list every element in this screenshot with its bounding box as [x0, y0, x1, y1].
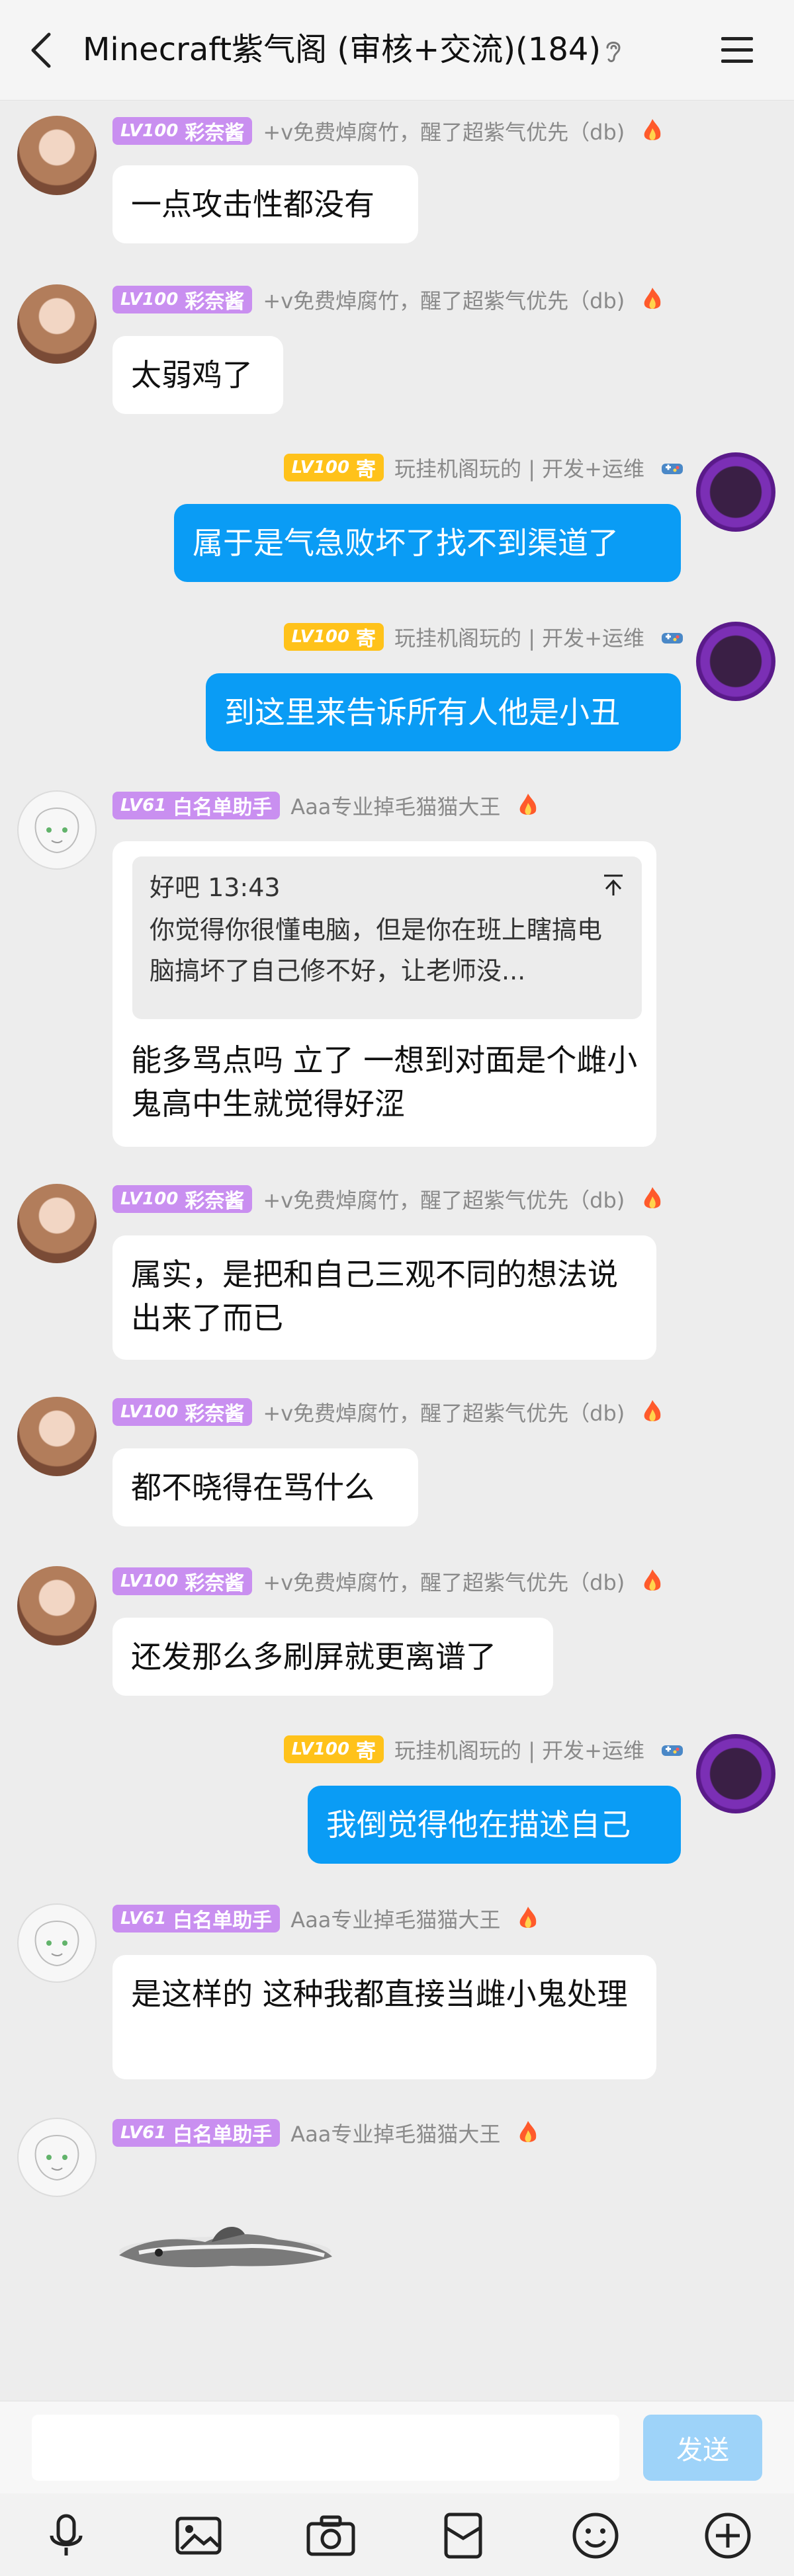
avatar[interactable]	[696, 1734, 775, 1813]
message-meta: LV100 寄 玩挂机阁玩的 | 开发+运维	[198, 1734, 685, 1765]
quote-text: 你觉得你很懂电脑，但是你在班上瞎搞电脑搞坏了自己修不好，让老师没...	[150, 915, 603, 985]
level-badge: LV100 彩奈酱	[112, 1567, 253, 1595]
game-icon	[662, 464, 683, 474]
image-icon[interactable]	[172, 2509, 225, 2562]
message-meta: LV61 白名单助手 Aaa专业掉毛猫猫大王	[112, 790, 541, 821]
sketch-avatar-icon	[34, 2135, 79, 2181]
sender-nick: 玩挂机阁玩的 | 开发+运维	[394, 626, 644, 651]
avatar[interactable]	[17, 2118, 97, 2197]
level-badge: LV100 彩奈酱	[112, 1398, 253, 1426]
message-bubble[interactable]: 太弱鸡了	[112, 336, 283, 414]
level-badge: LV100 寄	[283, 623, 384, 651]
avatar[interactable]	[17, 1903, 97, 1983]
chat-title: Minecraft紫气阁 (审核+交流)(184)	[83, 31, 601, 68]
quote-title: 好吧 13:43	[150, 872, 281, 902]
message-bubble[interactable]: 都不晓得在骂什么	[112, 1448, 418, 1526]
message-meta: LV100 寄 玩挂机阁玩的 | 开发+运维	[198, 452, 685, 483]
sender-nick: 玩挂机阁玩的 | 开发+运维	[394, 456, 644, 481]
avatar[interactable]	[17, 790, 97, 870]
level-badge: LV61 白名单助手	[112, 1905, 281, 1932]
fire-icon	[644, 1400, 661, 1421]
message-meta: LV100 彩奈酱 +v免费焯腐竹，醒了超紫气优先（db)	[112, 284, 666, 315]
emoji-icon[interactable]	[569, 2509, 622, 2562]
red-packet-icon[interactable]	[437, 2509, 490, 2562]
sender-nick: Aaa专业掉毛猫猫大王	[290, 794, 501, 819]
sketch-avatar-icon	[34, 1921, 79, 1967]
message-meta: LV61 白名单助手 Aaa专业掉毛猫猫大王	[112, 2118, 541, 2148]
level-badge: LV100 寄	[283, 454, 384, 481]
chat-header: Minecraft紫气阁 (审核+交流)(184)	[0, 0, 794, 101]
sender-nick: +v免费焯腐竹，醒了超紫气优先（db)	[263, 1570, 625, 1595]
level-badge: LV61 白名单助手	[112, 792, 281, 819]
fire-icon	[644, 288, 661, 309]
level-badge: LV100 彩奈酱	[112, 117, 253, 145]
avatar[interactable]	[17, 116, 97, 195]
jump-to-top-icon[interactable]	[602, 872, 625, 898]
avatar[interactable]	[17, 1566, 97, 1645]
level-badge: LV100 彩奈酱	[112, 286, 253, 313]
sender-nick: 玩挂机阁玩的 | 开发+运维	[394, 1738, 644, 1763]
ear-icon	[606, 42, 621, 62]
message-meta: LV100 彩奈酱 +v免费焯腐竹，醒了超紫气优先（db)	[112, 1397, 666, 1427]
message-meta: LV100 彩奈酱 +v免费焯腐竹，醒了超紫气优先（db)	[112, 1184, 666, 1214]
fire-icon	[520, 794, 537, 815]
fire-icon	[644, 1569, 661, 1591]
game-icon	[662, 1745, 683, 1756]
game-icon	[662, 633, 683, 644]
message-meta: LV100 彩奈酱 +v免费焯腐竹，醒了超紫气优先（db)	[112, 116, 666, 146]
sender-nick: +v免费焯腐竹，醒了超紫气优先（db)	[263, 120, 625, 145]
mic-icon[interactable]	[40, 2509, 93, 2562]
avatar[interactable]	[696, 452, 775, 532]
camera-icon[interactable]	[304, 2509, 357, 2562]
avatar[interactable]	[696, 622, 775, 701]
sender-nick: +v免费焯腐竹，醒了超紫气优先（db)	[263, 1401, 625, 1426]
fire-icon	[520, 1907, 537, 1928]
message-bubble[interactable]: 我倒觉得他在描述自己	[308, 1786, 681, 1864]
message-input[interactable]	[32, 2415, 619, 2481]
menu-icon[interactable]	[720, 34, 754, 65]
message-bubble[interactable]: 到这里来告诉所有人他是小丑	[206, 673, 681, 751]
avatar[interactable]	[17, 1184, 97, 1263]
plus-icon[interactable]	[701, 2509, 754, 2562]
sender-nick: Aaa专业掉毛猫猫大王	[290, 2122, 501, 2147]
input-bar: 发送	[0, 2401, 794, 2493]
bottom-toolbar	[0, 2493, 794, 2576]
avatar[interactable]	[17, 1397, 97, 1476]
sender-nick: Aaa专业掉毛猫猫大王	[290, 1907, 501, 1932]
message-bubble[interactable]: 属于是气急败坏了找不到渠道了	[174, 504, 681, 582]
send-button[interactable]: 发送	[643, 2415, 762, 2481]
message-bubble[interactable]: 还发那么多刷屏就更离谱了	[112, 1618, 553, 1696]
fire-icon	[644, 1187, 661, 1208]
message-bubble[interactable]: 一点攻击性都没有	[112, 165, 418, 243]
level-badge: LV100 寄	[283, 1735, 384, 1763]
sketch-avatar-icon	[34, 808, 79, 854]
level-badge: LV100 彩奈酱	[112, 1185, 253, 1213]
message-bubble[interactable]: 属实，是把和自己三观不同的想法说出来了而已	[112, 1235, 656, 1360]
message-meta: LV100 寄 玩挂机阁玩的 | 开发+运维	[198, 622, 685, 652]
back-arrow-icon[interactable]	[26, 30, 58, 70]
sticker-image[interactable]	[112, 2209, 337, 2282]
level-badge: LV61 白名单助手	[112, 2119, 281, 2147]
quoted-message[interactable]: 好吧 13:43 你觉得你很懂电脑，但是你在班上瞎搞电脑搞坏了自己修不好，让老师…	[132, 856, 642, 1019]
sender-nick: +v免费焯腐竹，醒了超紫气优先（db)	[263, 1188, 625, 1213]
message-meta: LV100 彩奈酱 +v免费焯腐竹，醒了超紫气优先（db)	[112, 1566, 666, 1597]
message-bubble[interactable]: 是这样的 这种我都直接当雌小鬼处理	[112, 1955, 656, 2079]
fire-icon	[520, 2121, 537, 2142]
sender-nick: +v免费焯腐竹，醒了超紫气优先（db)	[263, 288, 625, 313]
message-meta: LV61 白名单助手 Aaa专业掉毛猫猫大王	[112, 1903, 541, 1934]
fire-icon	[644, 119, 661, 140]
avatar[interactable]	[17, 284, 97, 364]
